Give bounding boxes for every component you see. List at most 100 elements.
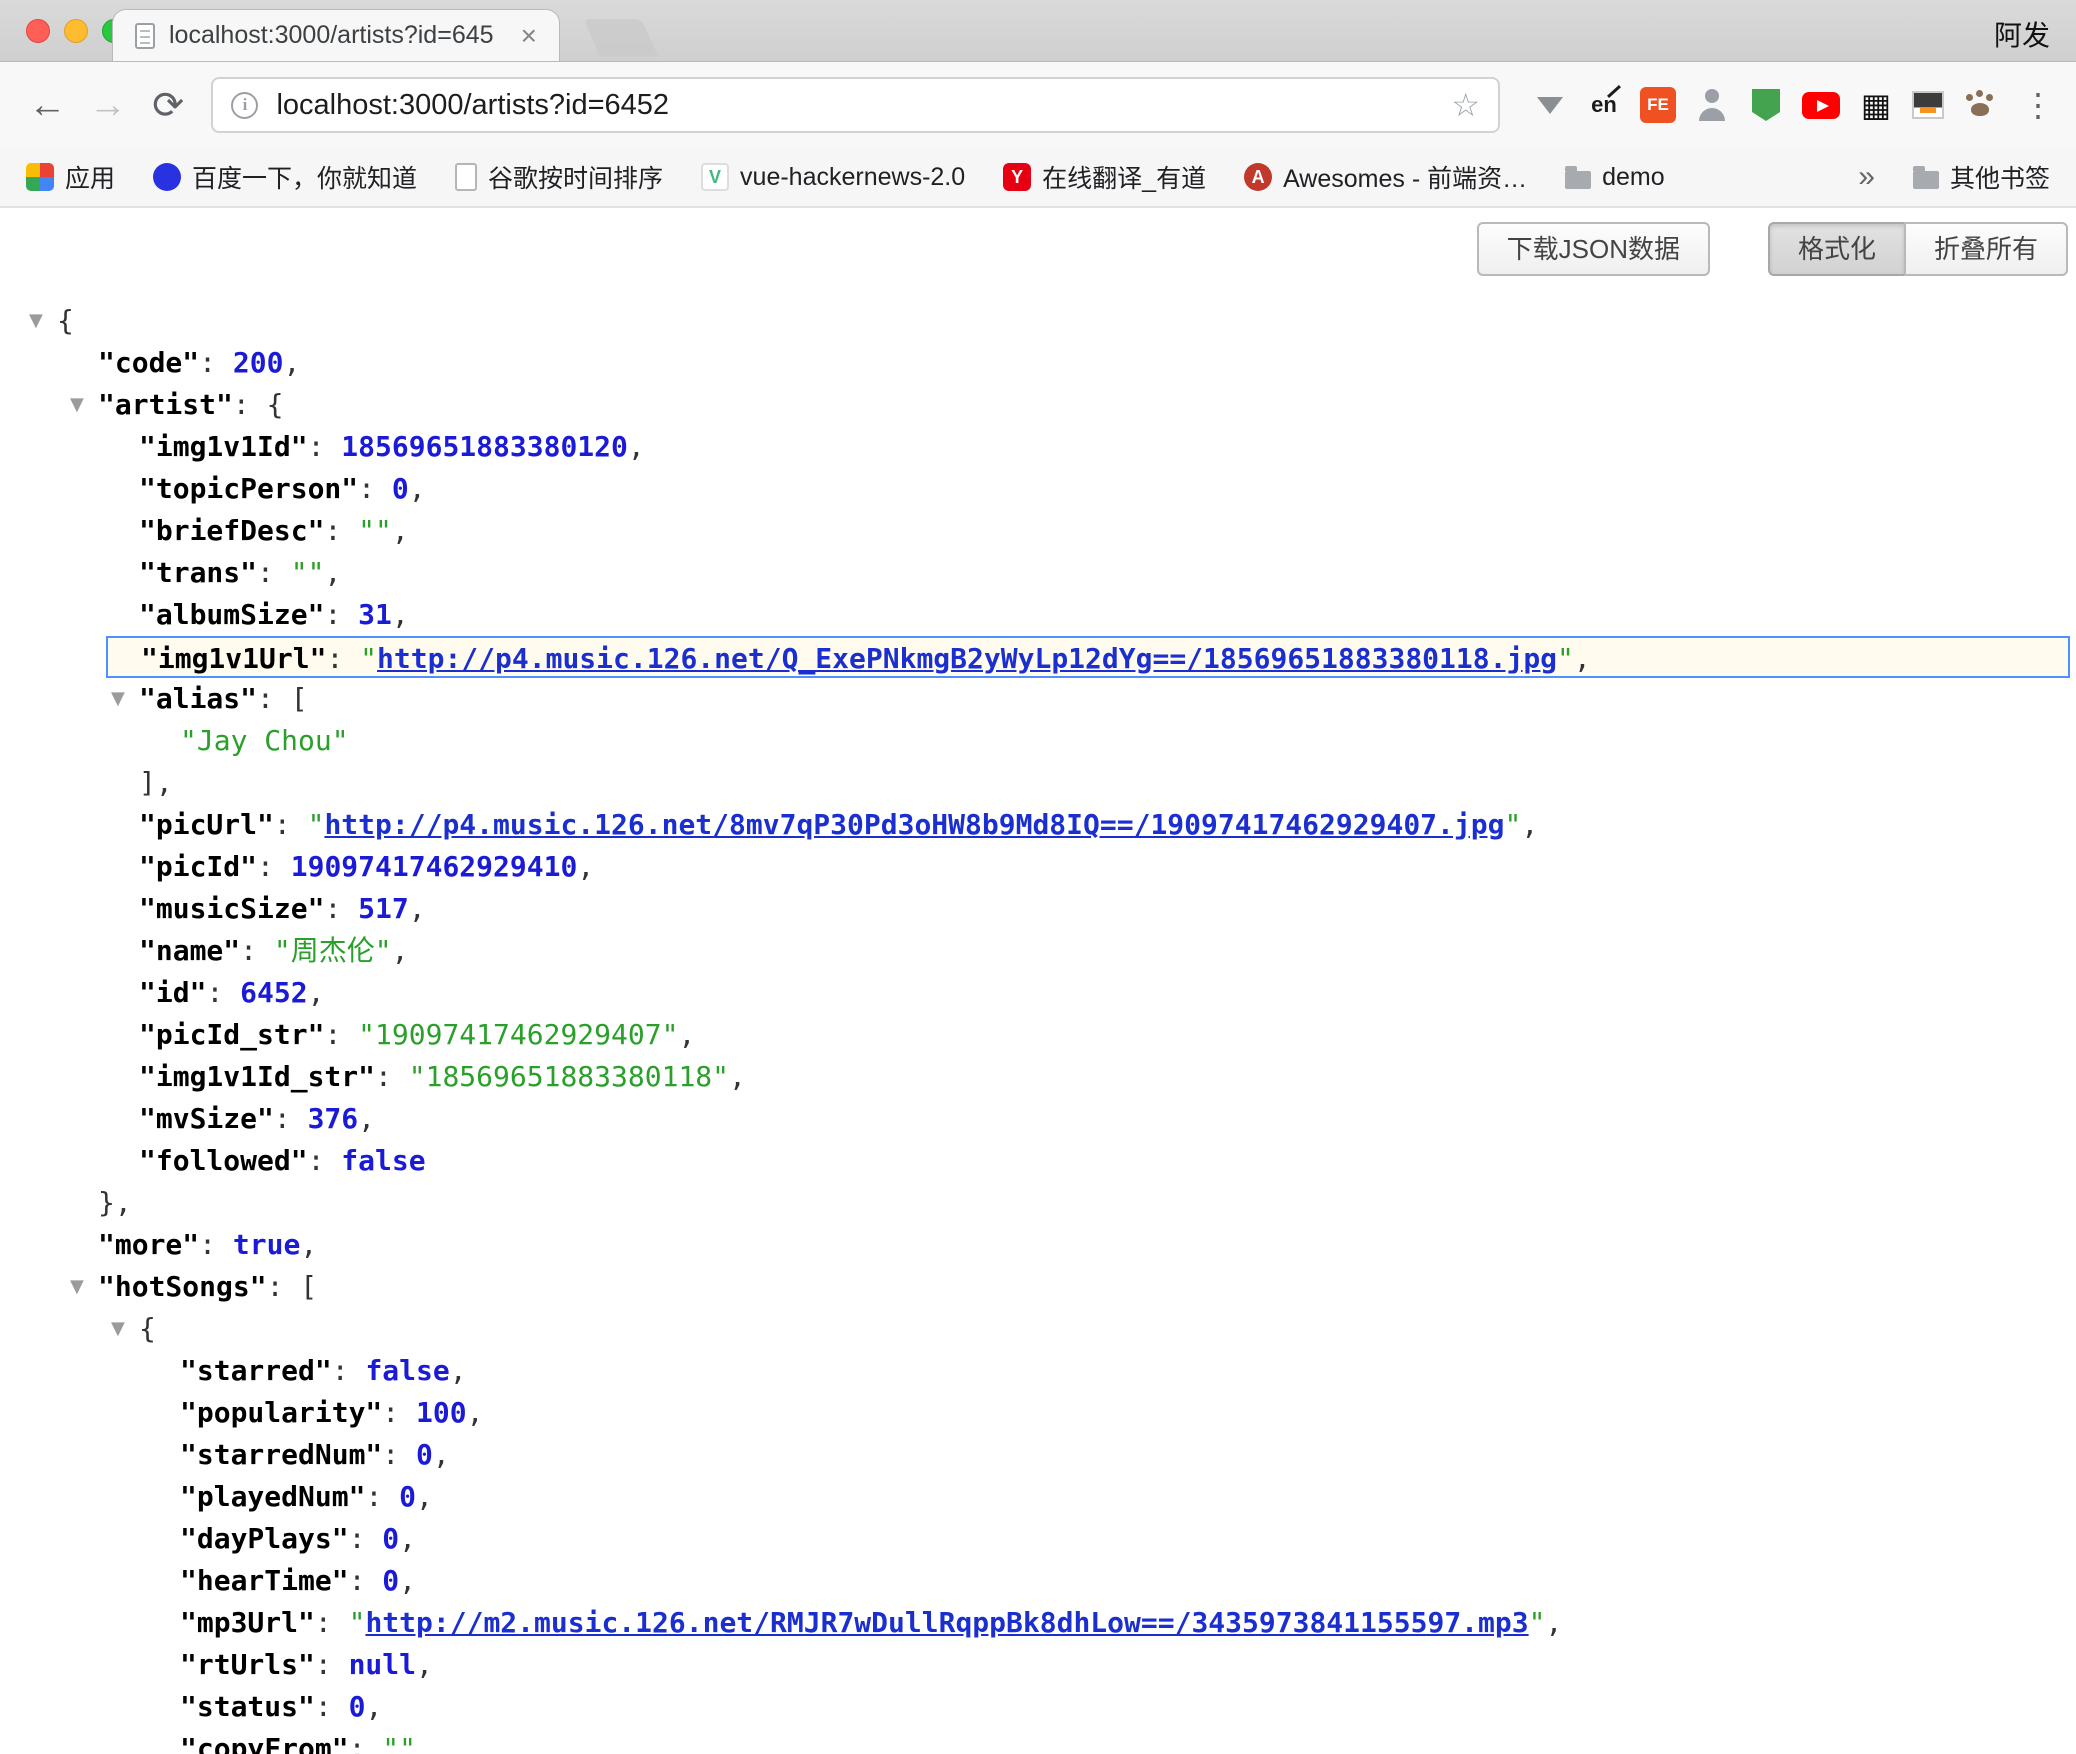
json-value: 31: [358, 598, 392, 631]
json-key: "id": [139, 976, 206, 1009]
profile-name[interactable]: 阿发: [1994, 14, 2050, 54]
json-value: ": [360, 642, 377, 675]
json-link[interactable]: http://p4.music.126.net/8mv7qP30Pd3oHW8b…: [324, 808, 1504, 841]
bookmark-item[interactable]: Y在线翻译_有道: [1003, 159, 1206, 195]
json-punct: ,: [399, 1564, 416, 1597]
browser-tab[interactable]: localhost:3000/artists?id=645 ×: [112, 9, 560, 61]
json-punct: ,: [283, 346, 300, 379]
new-tab-button[interactable]: [584, 19, 659, 57]
collapse-toggle-icon[interactable]: ▼: [29, 300, 43, 342]
json-key: "alias": [139, 682, 257, 715]
collapse-toggle-icon[interactable]: ▼: [70, 1266, 84, 1308]
funnel-icon[interactable]: [1532, 87, 1568, 123]
json-punct: :: [349, 1564, 383, 1597]
bookmark-label: 谷歌按时间排序: [488, 159, 663, 195]
json-punct: :: [315, 1606, 349, 1639]
json-punct: {: [57, 304, 74, 337]
reload-icon[interactable]: ⟳: [143, 83, 193, 128]
bookmarks-overflow-icon[interactable]: »: [1858, 160, 1875, 194]
json-punct: ,: [324, 556, 341, 589]
json-value: true: [233, 1228, 300, 1261]
json-viewer-actions: 下载JSON数据 格式化 折叠所有: [0, 208, 2076, 276]
json-punct: ,: [300, 1228, 317, 1261]
format-button[interactable]: 格式化: [1768, 222, 1904, 276]
qr-translate-icon[interactable]: ▦: [1858, 87, 1894, 123]
json-key: "trans": [139, 556, 257, 589]
other-bookmarks-folder[interactable]: 其他书签: [1913, 159, 2050, 195]
json-punct: ,: [1521, 808, 1538, 841]
json-value: 18569651883380120: [341, 430, 628, 463]
doc-icon: [455, 163, 477, 191]
paw-icon[interactable]: [1962, 87, 1998, 123]
shield-icon[interactable]: [1748, 87, 1784, 123]
json-value: ": [1504, 808, 1521, 841]
json-punct: :: [308, 1144, 342, 1177]
collapse-all-button[interactable]: 折叠所有: [1904, 222, 2068, 276]
profile-silhouette-icon[interactable]: [1694, 87, 1730, 123]
json-punct: ,: [450, 1354, 467, 1387]
json-link[interactable]: http://m2.music.126.net/RMJR7wDullRqppBk…: [365, 1606, 1528, 1639]
folder-icon: [1913, 171, 1939, 189]
json-punct: ,: [628, 430, 645, 463]
tab-close-icon[interactable]: ×: [517, 22, 541, 50]
bookmark-star-icon[interactable]: ☆: [1451, 86, 1480, 124]
bookmark-item[interactable]: demo: [1565, 163, 1665, 192]
url-text[interactable]: localhost:3000/artists?id=6452: [276, 89, 669, 122]
view-mode-toggle: 格式化 折叠所有: [1768, 222, 2068, 276]
tab-strip: localhost:3000/artists?id=645 × 阿发: [0, 0, 2076, 62]
json-key: "briefDesc": [139, 514, 324, 547]
json-key: "popularity": [180, 1396, 382, 1429]
address-bar[interactable]: i localhost:3000/artists?id=6452 ☆: [211, 77, 1500, 133]
bookmark-item[interactable]: 百度一下，你就知道: [153, 159, 417, 195]
json-key: "copyFrom": [180, 1732, 349, 1754]
collapse-toggle-icon[interactable]: ▼: [111, 1308, 125, 1350]
json-punct: :: [375, 1060, 409, 1093]
json-punct: ,: [416, 1480, 433, 1513]
json-line: "followed": false: [0, 1140, 2076, 1182]
forward-icon[interactable]: →: [82, 84, 132, 127]
json-link[interactable]: http://p4.music.126.net/Q_ExePNkmgB2yWyL…: [377, 642, 1557, 675]
json-punct: ,: [729, 1060, 746, 1093]
json-line: ▼{: [0, 1308, 2076, 1350]
json-key: "picId": [139, 850, 257, 883]
collapse-toggle-icon[interactable]: ▼: [111, 678, 125, 720]
bookmark-item[interactable]: 谷歌按时间排序: [455, 159, 663, 195]
fe-icon[interactable]: FE: [1640, 87, 1676, 123]
bookmark-item[interactable]: AAwesomes - 前端资…: [1244, 159, 1527, 195]
window-controls: [26, 19, 126, 43]
json-key: "hotSongs": [98, 1270, 267, 1303]
json-punct: :: [199, 1228, 233, 1261]
folder-icon: [1565, 171, 1591, 189]
collapse-toggle-icon[interactable]: ▼: [70, 384, 84, 426]
json-punct: :: [199, 346, 233, 379]
json-line: "starredNum": 0,: [0, 1434, 2076, 1476]
download-json-button[interactable]: 下载JSON数据: [1477, 222, 1710, 276]
json-punct: ,: [365, 1690, 382, 1723]
json-value: 0: [416, 1438, 433, 1471]
json-key: "picId_str": [139, 1018, 324, 1051]
json-punct: : [: [267, 1270, 318, 1303]
minimize-window-button[interactable]: [64, 19, 88, 43]
page-info-icon[interactable]: i: [231, 92, 258, 119]
json-line: ▼"alias": [: [0, 678, 2076, 720]
browser-menu-icon[interactable]: ⋮: [2022, 86, 2054, 124]
back-icon[interactable]: ←: [22, 84, 72, 127]
player-icon[interactable]: [1912, 91, 1944, 119]
json-line: "picId": 19097417462929410,: [0, 846, 2076, 888]
extension-icons: en FE ▦: [1532, 87, 1998, 123]
json-key: "starred": [180, 1354, 332, 1387]
json-value: 200: [233, 346, 284, 379]
bookmark-item[interactable]: Vvue-hackernews-2.0: [701, 163, 965, 192]
json-line: "code": 200,: [0, 342, 2076, 384]
bookmark-item[interactable]: 应用: [26, 159, 115, 195]
json-punct: ,: [392, 598, 409, 631]
youtube-icon[interactable]: [1802, 92, 1840, 119]
bookmark-label: demo: [1602, 163, 1665, 192]
json-key: "mvSize": [139, 1102, 274, 1135]
json-key: "topicPerson": [139, 472, 358, 505]
close-window-button[interactable]: [26, 19, 50, 43]
youdao-dict-icon[interactable]: en: [1586, 87, 1622, 123]
json-punct: : {: [233, 388, 284, 421]
json-value: ": [1529, 1606, 1546, 1639]
json-punct: :: [274, 808, 308, 841]
